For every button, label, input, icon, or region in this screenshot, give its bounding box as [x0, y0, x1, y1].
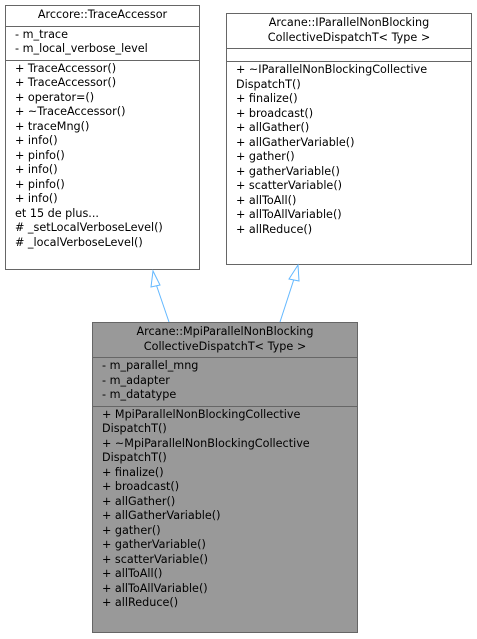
inheritance-arrows [150, 263, 300, 323]
inheritance-arrow-trace-accessor [150, 269, 170, 323]
inheritance-arrow-iparallel [279, 263, 300, 323]
